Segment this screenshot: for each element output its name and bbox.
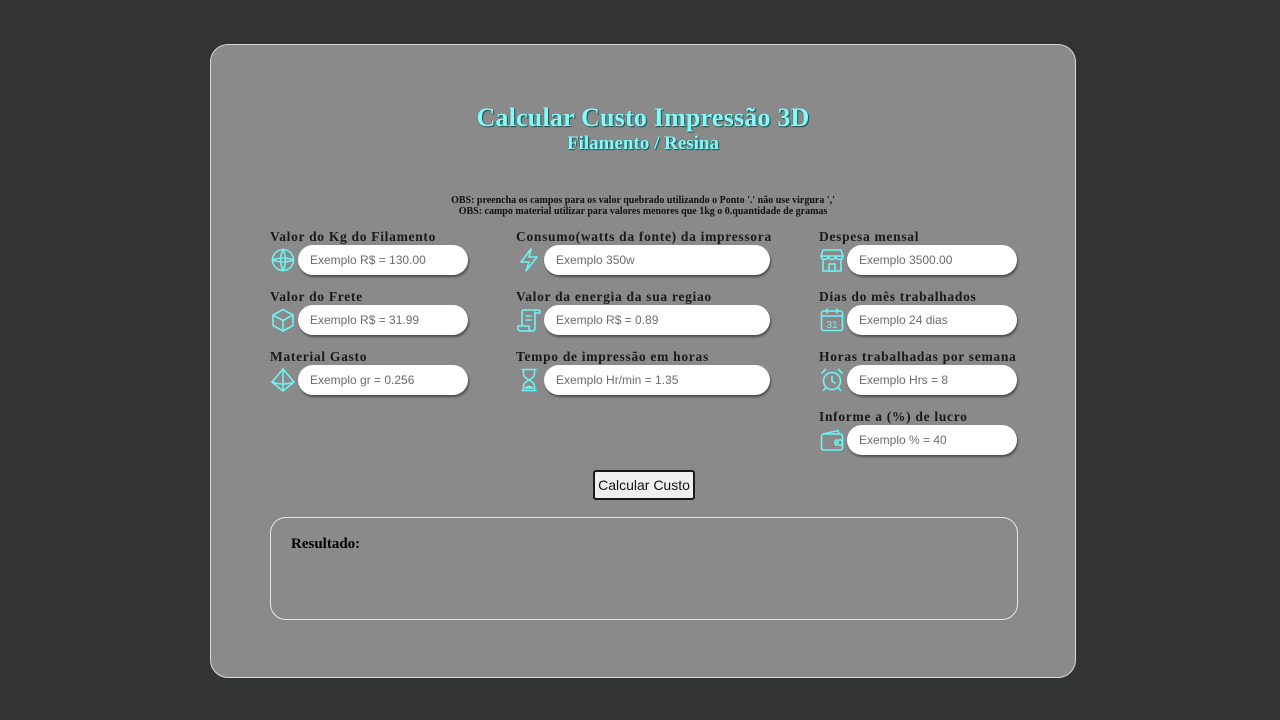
- field-label: Informe a (%) de lucro: [819, 409, 968, 424]
- field-label: Horas trabalhadas por semana: [819, 349, 1017, 364]
- weekly-hours-input[interactable]: [847, 365, 1017, 395]
- note-material-grams: OBS: campo material utilizar para valore…: [458, 206, 828, 217]
- globe-icon: [270, 247, 296, 273]
- profit-percent-input[interactable]: [847, 425, 1017, 455]
- calendar-icon: 31: [819, 307, 845, 333]
- note-decimal-point: OBS: preencha os campos para os valor qu…: [451, 195, 835, 206]
- field-label: Valor do Kg do Filamento: [270, 229, 437, 244]
- field-label: Dias do mês trabalhados: [819, 289, 977, 304]
- result-label: Resultado:: [291, 536, 361, 552]
- alarm-clock-icon: [819, 367, 845, 393]
- page-title: Calcular Custo Impressão 3D: [476, 103, 810, 132]
- calculator-card: Calcular Custo Impressão 3D Filamento / …: [210, 44, 1076, 678]
- field-label: Material Gasto: [270, 349, 368, 364]
- field-label: Valor da energia da sua regiao: [516, 289, 712, 304]
- field-label: Despesa mensal: [819, 229, 920, 244]
- monthly-expense-input[interactable]: [847, 245, 1017, 275]
- scroll-icon: [516, 307, 542, 333]
- field-label: Tempo de impressão em horas: [516, 349, 709, 364]
- page-subtitle: Filamento / Resina: [567, 133, 719, 154]
- printer-watts-input[interactable]: [544, 245, 770, 275]
- calendar-day-text: 31: [826, 320, 838, 331]
- store-icon: [819, 247, 845, 273]
- result-panel: Resultado:: [270, 517, 1018, 620]
- field-label: Valor do Frete: [270, 289, 363, 304]
- wallet-icon: [819, 427, 845, 453]
- prism-icon: [270, 367, 296, 393]
- calculate-cost-button[interactable]: Calcular Custo: [593, 470, 695, 500]
- filament-kg-price-input[interactable]: [298, 245, 468, 275]
- material-used-input[interactable]: [298, 365, 468, 395]
- lightning-icon: [516, 247, 542, 273]
- energy-price-input[interactable]: [544, 305, 770, 335]
- hourglass-icon: [516, 367, 542, 393]
- print-time-input[interactable]: [544, 365, 770, 395]
- box-icon: [270, 307, 296, 333]
- working-days-input[interactable]: [847, 305, 1017, 335]
- field-label: Consumo(watts da fonte) da impressora: [516, 229, 772, 244]
- shipping-price-input[interactable]: [298, 305, 468, 335]
